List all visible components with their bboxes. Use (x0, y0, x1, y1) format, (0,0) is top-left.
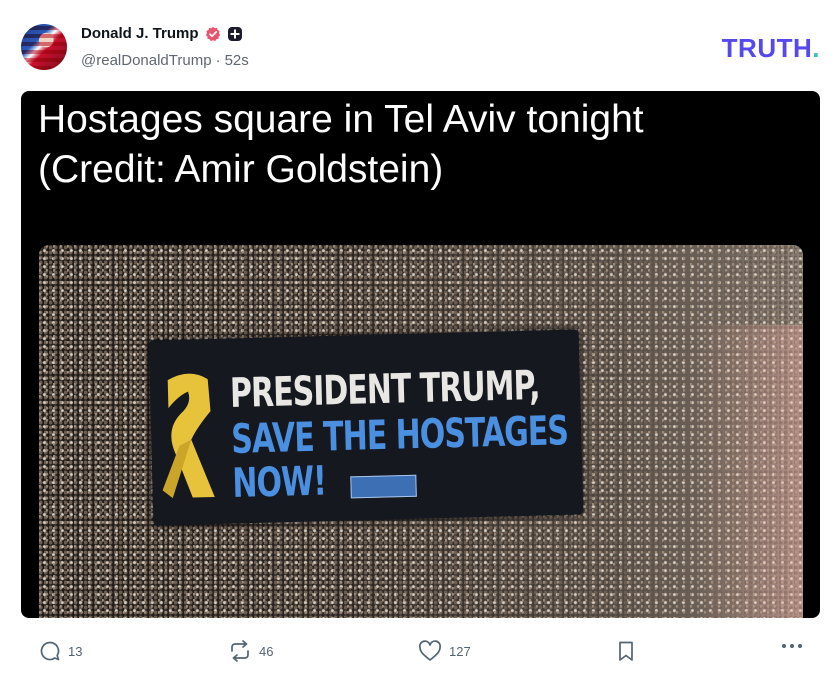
heart-icon (419, 640, 441, 661)
author-display-name[interactable]: Donald J. Trump (81, 25, 199, 42)
retruth-count: 46 (259, 643, 274, 659)
protest-banner: PRESIDENT TRUMP, SAVE THE HOSTAGES NOW! (148, 329, 584, 526)
avatar-image (21, 24, 67, 70)
bookmark-icon (619, 641, 633, 661)
meta-separator: · (215, 52, 221, 69)
media-caption: Hostages square in Tel Aviv tonight (Cre… (38, 95, 798, 195)
verified-badge-icon (205, 26, 221, 42)
post-media[interactable]: Hostages square in Tel Aviv tonight (Cre… (21, 91, 820, 618)
truth-logo[interactable]: TRUTH. (722, 33, 820, 64)
avatar[interactable] (21, 24, 67, 70)
banner-line2: SAVE THE HOSTAGES (230, 407, 569, 464)
media-caption-line2: (Credit: Amir Goldstein) (38, 148, 444, 191)
banner-small-logo (350, 474, 417, 499)
media-caption-line1: Hostages square in Tel Aviv tonight (38, 98, 644, 141)
post-timestamp[interactable]: 52s (225, 52, 249, 69)
reply-count: 13 (68, 643, 83, 659)
banner-line3: NOW! (231, 458, 327, 508)
photo-light-glow (693, 325, 803, 618)
author-name-row: Donald J. Trump (81, 25, 243, 42)
retruth-icon (231, 640, 249, 662)
more-dots-icon (782, 644, 802, 648)
like-button[interactable]: 127 (418, 640, 471, 662)
logo-dot: . (812, 33, 820, 63)
author-handle-row: @realDonaldTrump · 52s (81, 52, 249, 69)
author-handle[interactable]: @realDonaldTrump (81, 52, 212, 69)
post-header: Donald J. Trump @realDonaldTrump · 52s T… (0, 0, 840, 88)
yellow-ribbon-icon (162, 373, 215, 499)
logo-text: TRUTH (721, 33, 813, 63)
post-actions: 13 46 127 (0, 630, 840, 674)
reply-icon (40, 641, 60, 661)
retruth-button[interactable]: 46 (228, 640, 273, 662)
bookmark-button[interactable] (616, 640, 636, 662)
like-count: 127 (449, 643, 471, 659)
more-options-button[interactable] (781, 642, 803, 650)
reply-button[interactable]: 13 (39, 640, 82, 662)
plus-badge-icon (227, 26, 243, 42)
crowd-photo: PRESIDENT TRUMP, SAVE THE HOSTAGES NOW! (39, 245, 803, 618)
